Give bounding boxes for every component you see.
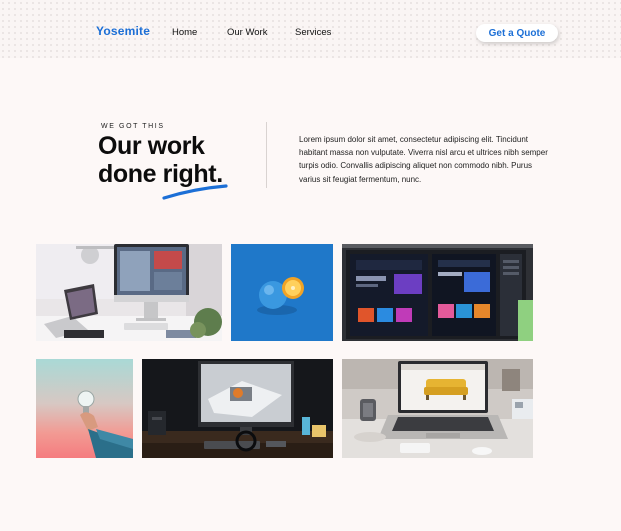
get-a-quote-button[interactable]: Get a Quote — [476, 24, 558, 42]
brush-underline-decoration — [162, 184, 228, 200]
hand-holding-lightbulb-photo[interactable] — [36, 359, 133, 458]
nav-services[interactable]: Services — [295, 27, 331, 38]
site-header: Yosemite Home Our Work Services Get a Qu… — [0, 0, 621, 58]
hero-description: Lorem ipsum dolor sit amet, consectetur … — [299, 135, 548, 184]
hero-divider — [266, 122, 267, 188]
laptop-showing-sofa-website-photo[interactable] — [342, 359, 533, 458]
nav-home[interactable]: Home — [172, 27, 197, 38]
brand-logo[interactable]: Yosemite — [96, 24, 150, 38]
nav-our-work[interactable]: Our Work — [227, 27, 267, 38]
desk-with-imac-and-laptop-photo[interactable] — [36, 244, 222, 341]
headline-word-done: done — [98, 160, 163, 188]
hero-headline: Our work done right. — [98, 132, 223, 188]
monitor-showing-web-designs-photo[interactable] — [342, 244, 533, 341]
blue-orange-on-blue-photo[interactable] — [231, 244, 333, 341]
dark-desk-monitor-photo[interactable] — [142, 359, 333, 458]
hero-eyebrow: WE GOT THIS — [101, 123, 165, 130]
headline-line-1: Our work — [98, 132, 205, 160]
